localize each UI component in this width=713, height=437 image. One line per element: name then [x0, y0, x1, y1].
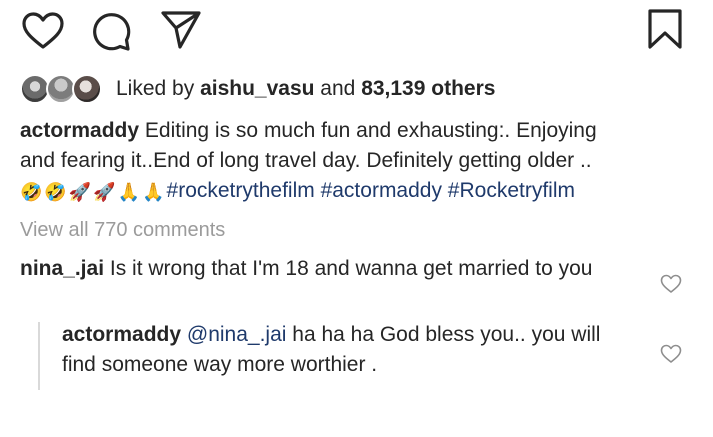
caption-text-2: and fearing it..End of long travel day. … — [20, 149, 592, 172]
bookmark-icon[interactable] — [646, 8, 684, 50]
caption-line-3: 🤣 🤣 🚀 🚀 🙏 🙏#rocketrythefilm #actormaddy #Rock… — [20, 176, 690, 207]
caption-line-1: actormaddy Editing is so much fun and ex… — [20, 116, 690, 146]
liker-avatars — [20, 72, 110, 106]
reply-comment: actormaddy @nina_.jai ha ha ha God bless… — [62, 320, 632, 380]
reply-like-heart-icon[interactable] — [660, 344, 682, 369]
comment-username[interactable]: nina_.jai — [20, 257, 104, 280]
likes-middle: and — [314, 77, 362, 100]
liker-username[interactable]: aishu_vasu — [200, 77, 314, 100]
likes-count[interactable]: 83,139 others — [361, 77, 495, 100]
caption-text-1: Editing is so much fun and exhausting:. … — [139, 119, 597, 142]
comment-icon[interactable] — [90, 10, 132, 52]
rofl-emoji: 🤣 — [44, 182, 67, 202]
avatar — [72, 74, 102, 104]
comment: nina_.jai Is it wrong that I'm 18 and wa… — [20, 254, 630, 284]
likes-summary[interactable]: Liked by aishu_vasu and 83,139 others — [20, 72, 495, 106]
folded-hands-emoji: 🙏 — [117, 182, 141, 202]
paper-plane-icon[interactable] — [160, 10, 202, 50]
caption-hashtags[interactable]: #rocketrythefilm #actormaddy #Rocketryfi… — [167, 179, 575, 202]
folded-hands-emoji: 🙏 — [142, 182, 165, 202]
caption-username[interactable]: actormaddy — [20, 119, 139, 142]
comment-like-heart-icon[interactable] — [660, 274, 682, 299]
likes-text: Liked by aishu_vasu and 83,139 others — [116, 77, 495, 101]
reply-mention[interactable]: @nina_.jai — [187, 323, 287, 346]
rofl-emoji: 🤣 — [20, 182, 43, 202]
comment-text: Is it wrong that I'm 18 and wanna get ma… — [104, 257, 593, 280]
view-all-comments-link[interactable]: View all 770 comments — [20, 219, 225, 242]
reply-thread-line — [38, 322, 40, 390]
heart-icon[interactable] — [22, 12, 64, 50]
rocket-emoji: 🚀 — [68, 182, 92, 202]
reply-username[interactable]: actormaddy — [62, 323, 181, 346]
rocket-emoji: 🚀 — [93, 182, 116, 202]
likes-prefix: Liked by — [116, 77, 201, 100]
instagram-post-panel: Liked by aishu_vasu and 83,139 others ac… — [0, 0, 713, 437]
post-caption: actormaddy Editing is so much fun and ex… — [20, 116, 690, 207]
